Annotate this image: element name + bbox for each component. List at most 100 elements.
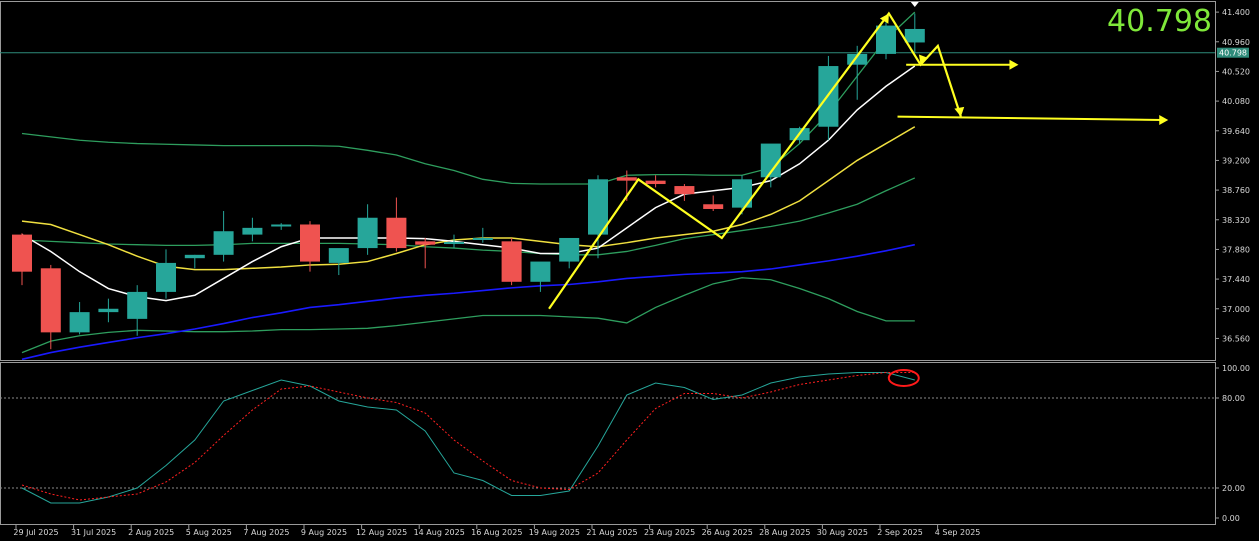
candle (69, 302, 90, 335)
candle (184, 254, 205, 269)
candle (127, 285, 148, 336)
candle-body (415, 241, 436, 245)
date-axis[interactable]: 29 Jul 2025 31 Jul 2025 2 Aug 2025 5 Aug 20… (13, 525, 980, 537)
candle-body (242, 227, 263, 235)
price-tag-label: 40.798 (1219, 49, 1247, 58)
candle-body (386, 217, 407, 249)
date-label: 31 Jul 2025 (71, 528, 116, 537)
candle (472, 227, 493, 243)
candle (847, 45, 868, 100)
candle (40, 264, 61, 350)
price-tick-label: 40.080 (1222, 97, 1250, 106)
date-label: 2 Aug 2025 (128, 528, 174, 537)
date-label: 21 Aug 2025 (586, 528, 637, 537)
stoch-tick-label: 0.00 (1222, 514, 1240, 523)
price-axis[interactable]: 41.400 40.960 40.520 40.080 39.640 39.200 38.7… (1215, 8, 1250, 343)
candle-body (127, 291, 148, 319)
candle-body (12, 234, 32, 272)
candle (818, 55, 839, 141)
candle (530, 261, 551, 292)
main-pane[interactable] (0, 2, 1215, 361)
zigzag-trend-line (548, 11, 962, 310)
stoch-tick-label: 100.00 (1222, 364, 1250, 373)
overbought-highlight-circle (887, 369, 920, 387)
candle (674, 184, 695, 201)
moving-average-blue (21, 243, 915, 361)
candle-body (213, 231, 234, 255)
price-chart[interactable]: 41.400 40.960 40.520 40.080 39.640 39.200 38.7… (0, 0, 1259, 541)
date-label: 28 Aug 2025 (759, 528, 810, 537)
candle-body (674, 186, 695, 195)
candle-body (328, 248, 349, 263)
candle (12, 233, 32, 286)
date-label: 2 Sep 2025 (877, 528, 923, 537)
stochastic-pane[interactable] (0, 369, 1215, 504)
date-label: 12 Aug 2025 (356, 528, 407, 537)
price-tick-label: 39.200 (1222, 156, 1250, 165)
moving-average-yellow (21, 126, 916, 271)
moving-average-white (21, 65, 916, 302)
stoch-tick-label: 20.00 (1222, 484, 1245, 493)
target-line-lower (897, 115, 1163, 121)
candle-body (444, 242, 464, 245)
candle-body (530, 261, 551, 282)
candle-body (703, 204, 724, 209)
stoch-tick-label: 80.00 (1222, 394, 1245, 403)
date-label: 7 Aug 2025 (243, 528, 289, 537)
price-tick-label: 36.560 (1222, 334, 1250, 343)
arrowhead-right-upper (1009, 59, 1019, 70)
candle (501, 237, 522, 286)
candle (213, 211, 234, 262)
candle-body (559, 237, 580, 262)
candle-body (271, 224, 292, 227)
price-tick-label: 38.760 (1222, 186, 1250, 195)
date-label: 5 Aug 2025 (186, 528, 232, 537)
candle-body (472, 237, 493, 240)
price-tick-label: 41.400 (1222, 8, 1250, 17)
candle-body (904, 28, 925, 43)
price-tick-label: 38.320 (1222, 216, 1250, 225)
date-label: 14 Aug 2025 (414, 528, 465, 537)
candle-body (732, 179, 752, 208)
candle-body (616, 177, 637, 181)
candle (386, 197, 407, 252)
arrowhead-down (918, 54, 929, 65)
bollinger-lower-band (21, 277, 915, 354)
candle (271, 223, 292, 230)
candle-body (156, 262, 176, 292)
candle-body (876, 25, 896, 54)
candle-body (98, 308, 119, 313)
candle (703, 195, 724, 212)
price-tick-label: 40.960 (1222, 38, 1250, 47)
candle (156, 249, 176, 299)
candle (357, 204, 378, 255)
candle-body (501, 241, 522, 282)
candle (98, 298, 119, 323)
stoch-signal-line (21, 372, 915, 501)
candle-body (184, 254, 205, 259)
stochastic-axis[interactable]: 100.00 80.00 20.00 0.00 (1215, 364, 1250, 523)
price-tick-label: 37.440 (1222, 275, 1250, 284)
date-label: 4 Sep 2025 (935, 528, 981, 537)
price-tick-label: 37.000 (1222, 305, 1250, 314)
date-label: 29 Jul 2025 (13, 528, 58, 537)
candle-body (357, 217, 378, 249)
candle (328, 248, 349, 276)
candle-body (645, 180, 666, 185)
current-price-tag: 40.798 (1217, 47, 1249, 58)
date-label: 30 Aug 2025 (817, 528, 868, 537)
current-price-display: 40.798 (1107, 4, 1212, 39)
candle-body (69, 312, 90, 333)
date-label: 26 Aug 2025 (702, 528, 753, 537)
date-label: 23 Aug 2025 (644, 528, 695, 537)
date-label: 9 Aug 2025 (301, 528, 347, 537)
price-tick-label: 39.640 (1222, 127, 1250, 136)
candle-body (40, 268, 61, 333)
price-tick-label: 37.880 (1222, 245, 1250, 254)
last-bar-marker (910, 2, 919, 7)
candle (242, 217, 263, 242)
candle (559, 237, 580, 269)
stoch-main-line (21, 372, 915, 504)
candle-body (300, 224, 320, 262)
stochastic-pane-frame (0, 362, 1216, 525)
